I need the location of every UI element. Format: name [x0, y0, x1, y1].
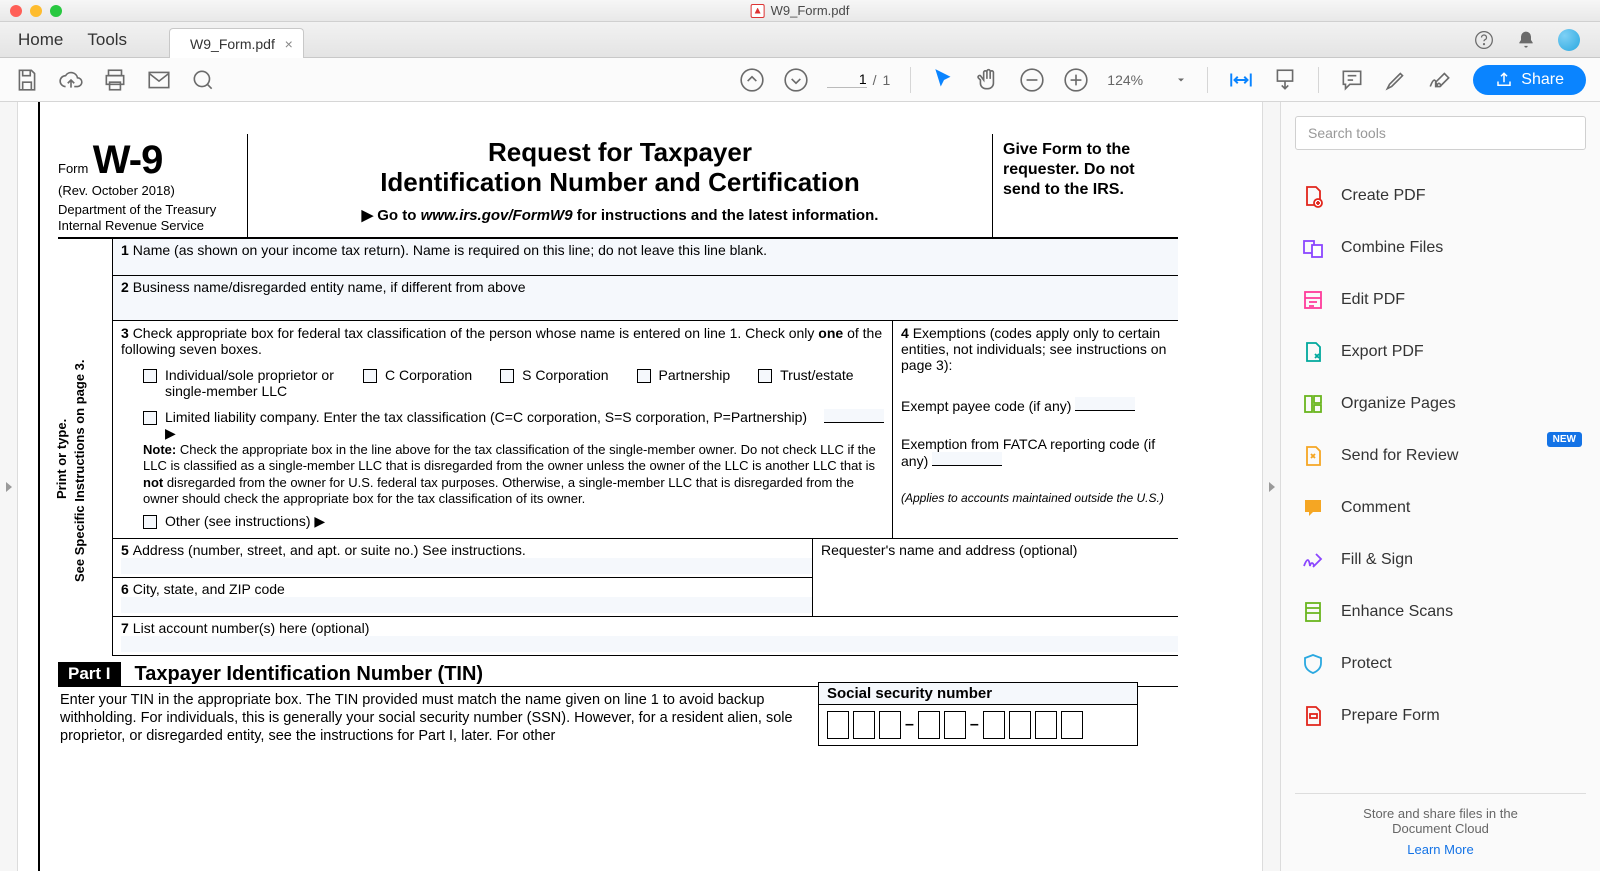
- tool-label: Edit PDF: [1341, 291, 1405, 309]
- checkbox-partnership[interactable]: Partnership: [637, 367, 731, 399]
- tab-tools[interactable]: Tools: [87, 30, 127, 50]
- tool-protect[interactable]: Protect: [1295, 638, 1586, 690]
- checkbox-s-corp[interactable]: S Corporation: [500, 367, 608, 399]
- avatar[interactable]: [1558, 29, 1580, 51]
- fit-width-icon[interactable]: [1228, 67, 1254, 93]
- tool-label: Combine Files: [1341, 239, 1443, 257]
- zoom-value: 124%: [1107, 72, 1157, 88]
- sign-icon[interactable]: [1427, 67, 1453, 93]
- tool-create-pdf[interactable]: Create PDF: [1295, 170, 1586, 222]
- page-indicator: / 1: [827, 71, 891, 88]
- cloud-footer: Store and share files in the Document Cl…: [1295, 793, 1586, 857]
- save-icon[interactable]: [14, 67, 40, 93]
- tools-panel: Search tools Create PDF Combine Files Edit…: [1280, 102, 1600, 871]
- tool-label: Prepare Form: [1341, 707, 1440, 725]
- tool-label: Export PDF: [1341, 343, 1424, 361]
- traffic-zoom[interactable]: [50, 5, 62, 17]
- select-tool-icon[interactable]: [931, 67, 957, 93]
- tool-organize-pages[interactable]: Organize Pages: [1295, 378, 1586, 430]
- tab-document[interactable]: W9_Form.pdf ×: [169, 28, 304, 58]
- tool-icon: [1301, 704, 1325, 728]
- side-instruction-2: See Specific Instructions on page 3.: [72, 359, 87, 582]
- zoom-out-icon[interactable]: [1019, 67, 1045, 93]
- left-rail-expand[interactable]: [0, 102, 18, 871]
- mail-icon[interactable]: [146, 67, 172, 93]
- page-down-icon[interactable]: [783, 67, 809, 93]
- learn-more-link[interactable]: Learn More: [1407, 842, 1473, 857]
- tool-icon: [1301, 548, 1325, 572]
- fit-page-icon[interactable]: [1272, 67, 1298, 93]
- ssn-box: Social security number – –: [818, 682, 1138, 746]
- tool-send-for-review[interactable]: Send for Review NEW: [1295, 430, 1586, 482]
- checkbox-c-corp[interactable]: C Corporation: [363, 367, 472, 399]
- checkbox-other[interactable]: Other (see instructions) ▶: [143, 513, 884, 530]
- tool-icon: [1301, 392, 1325, 416]
- tab-home[interactable]: Home: [18, 30, 63, 50]
- tool-icon: [1301, 444, 1325, 468]
- cloud-upload-icon[interactable]: [58, 67, 84, 93]
- toolbar: / 1 124% Share: [0, 58, 1600, 102]
- share-button[interactable]: Share: [1473, 65, 1586, 95]
- tool-enhance-scans[interactable]: Enhance Scans: [1295, 586, 1586, 638]
- tool-edit-pdf[interactable]: Edit PDF: [1295, 274, 1586, 326]
- print-icon[interactable]: [102, 67, 128, 93]
- document-viewport[interactable]: See Specific Instructions on page 3. Pri…: [18, 102, 1262, 871]
- tool-icon: [1301, 340, 1325, 364]
- help-icon[interactable]: [1474, 30, 1494, 50]
- traffic-minimize[interactable]: [30, 5, 42, 17]
- checkbox-individual[interactable]: Individual/sole proprietor or single-mem…: [143, 367, 335, 399]
- traffic-close[interactable]: [10, 5, 22, 17]
- tool-label: Organize Pages: [1341, 395, 1456, 413]
- note-icon[interactable]: [1339, 67, 1365, 93]
- tool-icon: [1301, 600, 1325, 624]
- search-icon[interactable]: [190, 67, 216, 93]
- tool-icon: [1301, 236, 1325, 260]
- window-title: W9_Form.pdf: [751, 3, 850, 18]
- tool-export-pdf[interactable]: Export PDF: [1295, 326, 1586, 378]
- pdf-icon: [751, 4, 765, 18]
- zoom-dropdown-icon[interactable]: [1175, 67, 1187, 93]
- right-rail-expand[interactable]: [1262, 102, 1280, 871]
- close-icon[interactable]: ×: [285, 36, 293, 52]
- tool-icon: [1301, 184, 1325, 208]
- checkbox-trust[interactable]: Trust/estate: [758, 367, 853, 399]
- tool-label: Comment: [1341, 499, 1410, 517]
- tab-strip: Home Tools W9_Form.pdf ×: [0, 22, 1600, 58]
- tool-icon: [1301, 288, 1325, 312]
- checkbox-llc[interactable]: Limited liability company. Enter the tax…: [143, 409, 884, 442]
- zoom-in-icon[interactable]: [1063, 67, 1089, 93]
- tool-label: Protect: [1341, 655, 1392, 673]
- page-current-input[interactable]: [827, 71, 867, 88]
- bell-icon[interactable]: [1516, 30, 1536, 50]
- side-instruction-1: Print or type.: [54, 419, 69, 499]
- hand-tool-icon[interactable]: [975, 67, 1001, 93]
- tool-prepare-form[interactable]: Prepare Form: [1295, 690, 1586, 742]
- dept-text: Department of the Treasury Internal Reve…: [58, 202, 241, 233]
- tool-label: Fill & Sign: [1341, 551, 1413, 569]
- titlebar: W9_Form.pdf: [0, 0, 1600, 22]
- tool-combine-files[interactable]: Combine Files: [1295, 222, 1586, 274]
- page-up-icon[interactable]: [739, 67, 765, 93]
- tool-icon: [1301, 652, 1325, 676]
- search-tools-input[interactable]: Search tools: [1295, 116, 1586, 150]
- highlight-icon[interactable]: [1383, 67, 1409, 93]
- tab-document-label: W9_Form.pdf: [190, 36, 275, 52]
- tool-label: Create PDF: [1341, 187, 1425, 205]
- new-badge: NEW: [1547, 432, 1582, 447]
- tool-label: Enhance Scans: [1341, 603, 1453, 621]
- tool-icon: [1301, 496, 1325, 520]
- tool-fill-sign[interactable]: Fill & Sign: [1295, 534, 1586, 586]
- tool-label: Send for Review: [1341, 447, 1458, 465]
- tool-comment[interactable]: Comment: [1295, 482, 1586, 534]
- pdf-page: See Specific Instructions on page 3. Pri…: [58, 134, 1178, 750]
